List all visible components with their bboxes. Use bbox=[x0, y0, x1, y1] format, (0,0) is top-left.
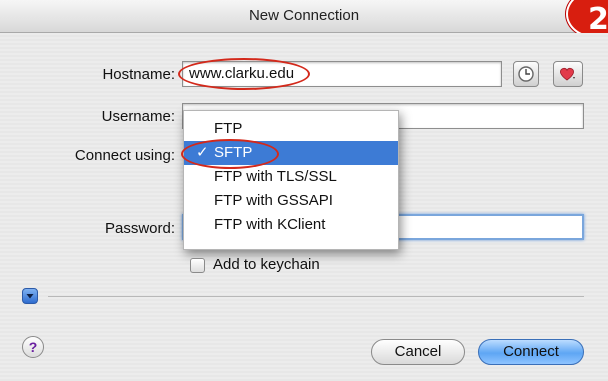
favorites-button[interactable] bbox=[553, 61, 583, 87]
protocol-option[interactable]: FTP with TLS/SSL bbox=[184, 165, 398, 189]
clock-icon bbox=[518, 66, 534, 82]
connect-button[interactable]: Connect bbox=[478, 339, 584, 365]
disclosure-triangle-button[interactable] bbox=[22, 288, 38, 304]
hostname-highlight-oval bbox=[178, 58, 310, 90]
protocol-option[interactable]: FTP with KClient bbox=[184, 213, 398, 237]
help-button[interactable]: ? bbox=[22, 336, 44, 358]
protocol-option[interactable]: FTP bbox=[184, 117, 398, 141]
step-badge-number: 2 bbox=[588, 2, 608, 37]
title-bar: New Connection bbox=[0, 0, 608, 33]
protocol-menu[interactable]: FTP ✓ SFTP FTP with TLS/SSL FTP with GSS… bbox=[183, 110, 399, 250]
password-label: Password: bbox=[104, 220, 175, 237]
keychain-checkbox[interactable] bbox=[190, 258, 205, 273]
connect-using-label: Connect using: bbox=[74, 147, 175, 164]
history-button[interactable] bbox=[513, 61, 539, 87]
cancel-button[interactable]: Cancel bbox=[371, 339, 465, 365]
username-label: Username: bbox=[101, 108, 175, 125]
keychain-label: Add to keychain bbox=[213, 256, 320, 273]
help-icon: ? bbox=[28, 339, 38, 355]
separator bbox=[48, 296, 584, 297]
heart-icon bbox=[560, 67, 575, 81]
sftp-highlight-oval bbox=[181, 139, 279, 169]
disclosure-triangle-icon bbox=[26, 294, 34, 299]
window-title: New Connection bbox=[248, 7, 360, 24]
hostname-label: Hostname: bbox=[102, 66, 175, 83]
protocol-option[interactable]: FTP with GSSAPI bbox=[184, 189, 398, 213]
